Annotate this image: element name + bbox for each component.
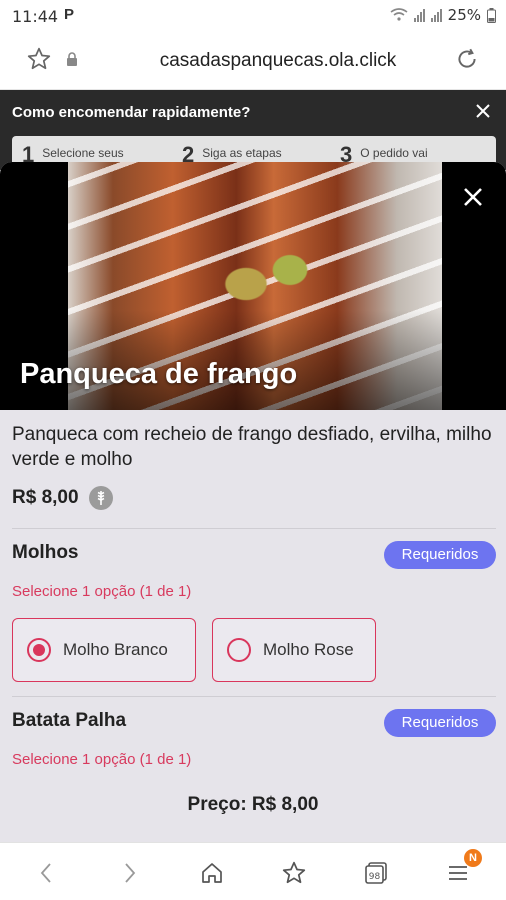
group-title-molhos: Molhos [12, 542, 79, 563]
bookmarks-button[interactable] [278, 857, 310, 889]
required-badge: Requeridos [384, 541, 496, 569]
total-price: Preço: R$ 8,00 [187, 794, 319, 815]
required-badge: Requeridos [384, 709, 496, 737]
url-text[interactable]: casadaspanquecas.ola.click [0, 50, 506, 72]
divider [12, 528, 496, 529]
chevron-right-icon [125, 863, 136, 883]
signal-icon [413, 8, 425, 22]
how-to-order-banner: Como encomendar rapidamente? 1 Selecione… [0, 90, 506, 176]
browser-bottom-nav: 98 N [0, 842, 506, 900]
product-image: Panqueca de frango [0, 162, 506, 410]
group-title-batata-palha: Batata Palha [12, 710, 127, 731]
browser-address-bar: casadaspanquecas.ola.click [0, 32, 506, 90]
product-name: Panqueca de frango [20, 358, 298, 390]
clock: 11:44 [12, 7, 59, 26]
menu-button[interactable]: N [442, 849, 482, 889]
close-icon[interactable] [474, 102, 492, 120]
battery-percent: 25% [447, 6, 481, 24]
reload-icon[interactable] [454, 46, 480, 72]
tabs-icon: 98 [365, 862, 387, 884]
selection-note: Selecione 1 opção (1 de 1) [12, 583, 192, 600]
radio-unselected[interactable] [227, 638, 251, 662]
notification-badge: N [464, 849, 482, 867]
divider [12, 696, 496, 697]
option-molho-branco[interactable]: Molho Branco [12, 618, 196, 682]
wifi-icon [390, 8, 408, 21]
home-button[interactable] [196, 857, 228, 889]
product-description: Panqueca com recheio de frango desfiado,… [12, 424, 492, 470]
banner-title: Como encomendar rapidamente? [12, 104, 251, 121]
status-bar: 11:44 P 25% [0, 0, 506, 32]
menu-icon [449, 866, 467, 880]
option-label: Molho Branco [63, 640, 168, 659]
option-label: Molho Rose [263, 640, 354, 659]
product-price-row: R$ 8,00 [12, 486, 113, 510]
battery-icon [487, 7, 496, 23]
selection-note: Selecione 1 opção (1 de 1) [12, 751, 192, 768]
chevron-left-icon [40, 863, 51, 883]
product-price: R$ 8,00 [12, 487, 79, 508]
product-modal: Panqueca de frango Panqueca com recheio … [0, 162, 506, 842]
signal-icon-2 [430, 8, 442, 22]
forward-button[interactable] [114, 857, 146, 889]
svg-text:98: 98 [369, 872, 381, 882]
tabs-button[interactable]: 98 [360, 857, 392, 889]
app-notification-icon: P [64, 6, 75, 23]
close-modal-icon[interactable] [462, 186, 484, 208]
back-button[interactable] [30, 857, 62, 889]
option-molho-rose[interactable]: Molho Rose [212, 618, 376, 682]
radio-selected[interactable] [27, 638, 51, 662]
bookmarks-star-icon [282, 861, 306, 884]
wheat-icon [88, 486, 113, 510]
home-icon [202, 863, 222, 883]
